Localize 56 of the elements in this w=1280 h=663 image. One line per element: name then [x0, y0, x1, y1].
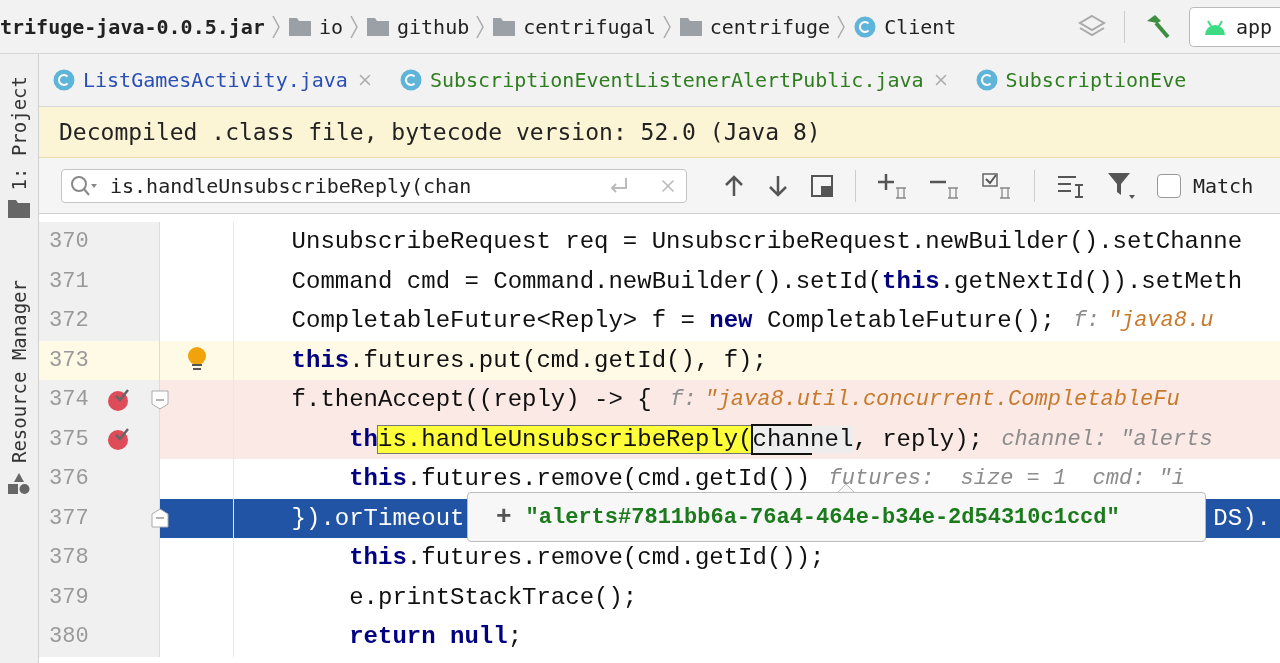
search-field[interactable]: is.handleUnsubscribeReply(chan: [61, 168, 687, 203]
editor-tab[interactable]: SubscriptionEve: [1005, 68, 1187, 92]
line-number: 375: [49, 426, 89, 452]
line-number: 376: [49, 466, 89, 492]
breadcrumb-item[interactable]: centrifugal: [523, 14, 656, 39]
breadcrumb-item[interactable]: Client: [884, 14, 957, 39]
chevron-icon: [270, 13, 281, 40]
fold-icon[interactable]: [151, 508, 169, 529]
breadcrumb-item[interactable]: trifuge-java-0.0.5.jar: [0, 14, 265, 39]
breakpoint-icon[interactable]: [106, 387, 131, 412]
class-icon: [975, 69, 998, 91]
chevron-icon: [349, 13, 359, 40]
previous-occurrence-button[interactable]: [723, 173, 745, 198]
line-number: 371: [49, 268, 89, 294]
editor-tab[interactable]: ListGamesActivity.java: [83, 68, 348, 92]
decompiled-notice: Decompiled .class file, bytecode version: 52.0 (Java 8): [39, 107, 1280, 158]
select-all-button[interactable]: [811, 174, 833, 197]
chevron-icon: [475, 13, 486, 40]
tool-window-tab[interactable]: Resource Manager: [8, 280, 30, 464]
expand-toggle[interactable]: +: [496, 502, 512, 532]
line-number: 378: [49, 545, 89, 571]
breakpoint-icon[interactable]: [106, 427, 131, 452]
tool-window-tab[interactable]: 1: Project: [8, 76, 30, 191]
line-number: 374: [49, 387, 89, 413]
line-number: 380: [49, 624, 89, 650]
folder-icon: [367, 17, 389, 36]
shapes-icon[interactable]: [8, 473, 30, 496]
editor-tab[interactable]: SubscriptionEventListenerAlertPublic.java: [429, 68, 924, 92]
chevron-icon: [836, 13, 847, 40]
filter-button[interactable]: [1107, 170, 1137, 201]
variable-value: "alerts#7811bb6a-76a4-464e-b34e-2d54310c1ccd": [525, 504, 1120, 530]
line-number: 377: [49, 505, 89, 531]
filter-lines-button[interactable]: [1057, 173, 1085, 198]
search-input[interactable]: is.handleUnsubscribeReply(chan: [108, 172, 598, 199]
search-icon[interactable]: [70, 174, 100, 197]
class-icon: [399, 69, 422, 91]
folder-icon: [679, 17, 702, 36]
class-icon: [53, 69, 75, 91]
folder-icon[interactable]: [8, 200, 30, 219]
next-occurrence-button[interactable]: [767, 173, 789, 198]
folder-icon: [288, 17, 311, 36]
line-number: 372: [49, 308, 89, 334]
breadcrumb-item[interactable]: github: [397, 14, 470, 39]
match-case-checkbox[interactable]: Match: [1157, 173, 1254, 198]
breadcrumb-item[interactable]: io: [318, 14, 343, 39]
android-icon: [1203, 18, 1226, 35]
chevron-icon: [661, 13, 672, 40]
select-occurrences-button[interactable]: [982, 172, 1012, 199]
breadcrumb-item[interactable]: centrifuge: [709, 14, 831, 39]
line-number: 373: [49, 347, 89, 373]
folder-icon: [493, 17, 516, 36]
line-number: 379: [49, 584, 89, 610]
add-occurrence-button[interactable]: [878, 172, 908, 199]
line-number: 370: [49, 229, 89, 255]
run-configuration-dropdown[interactable]: app: [1188, 6, 1280, 47]
class-icon: [854, 15, 877, 38]
